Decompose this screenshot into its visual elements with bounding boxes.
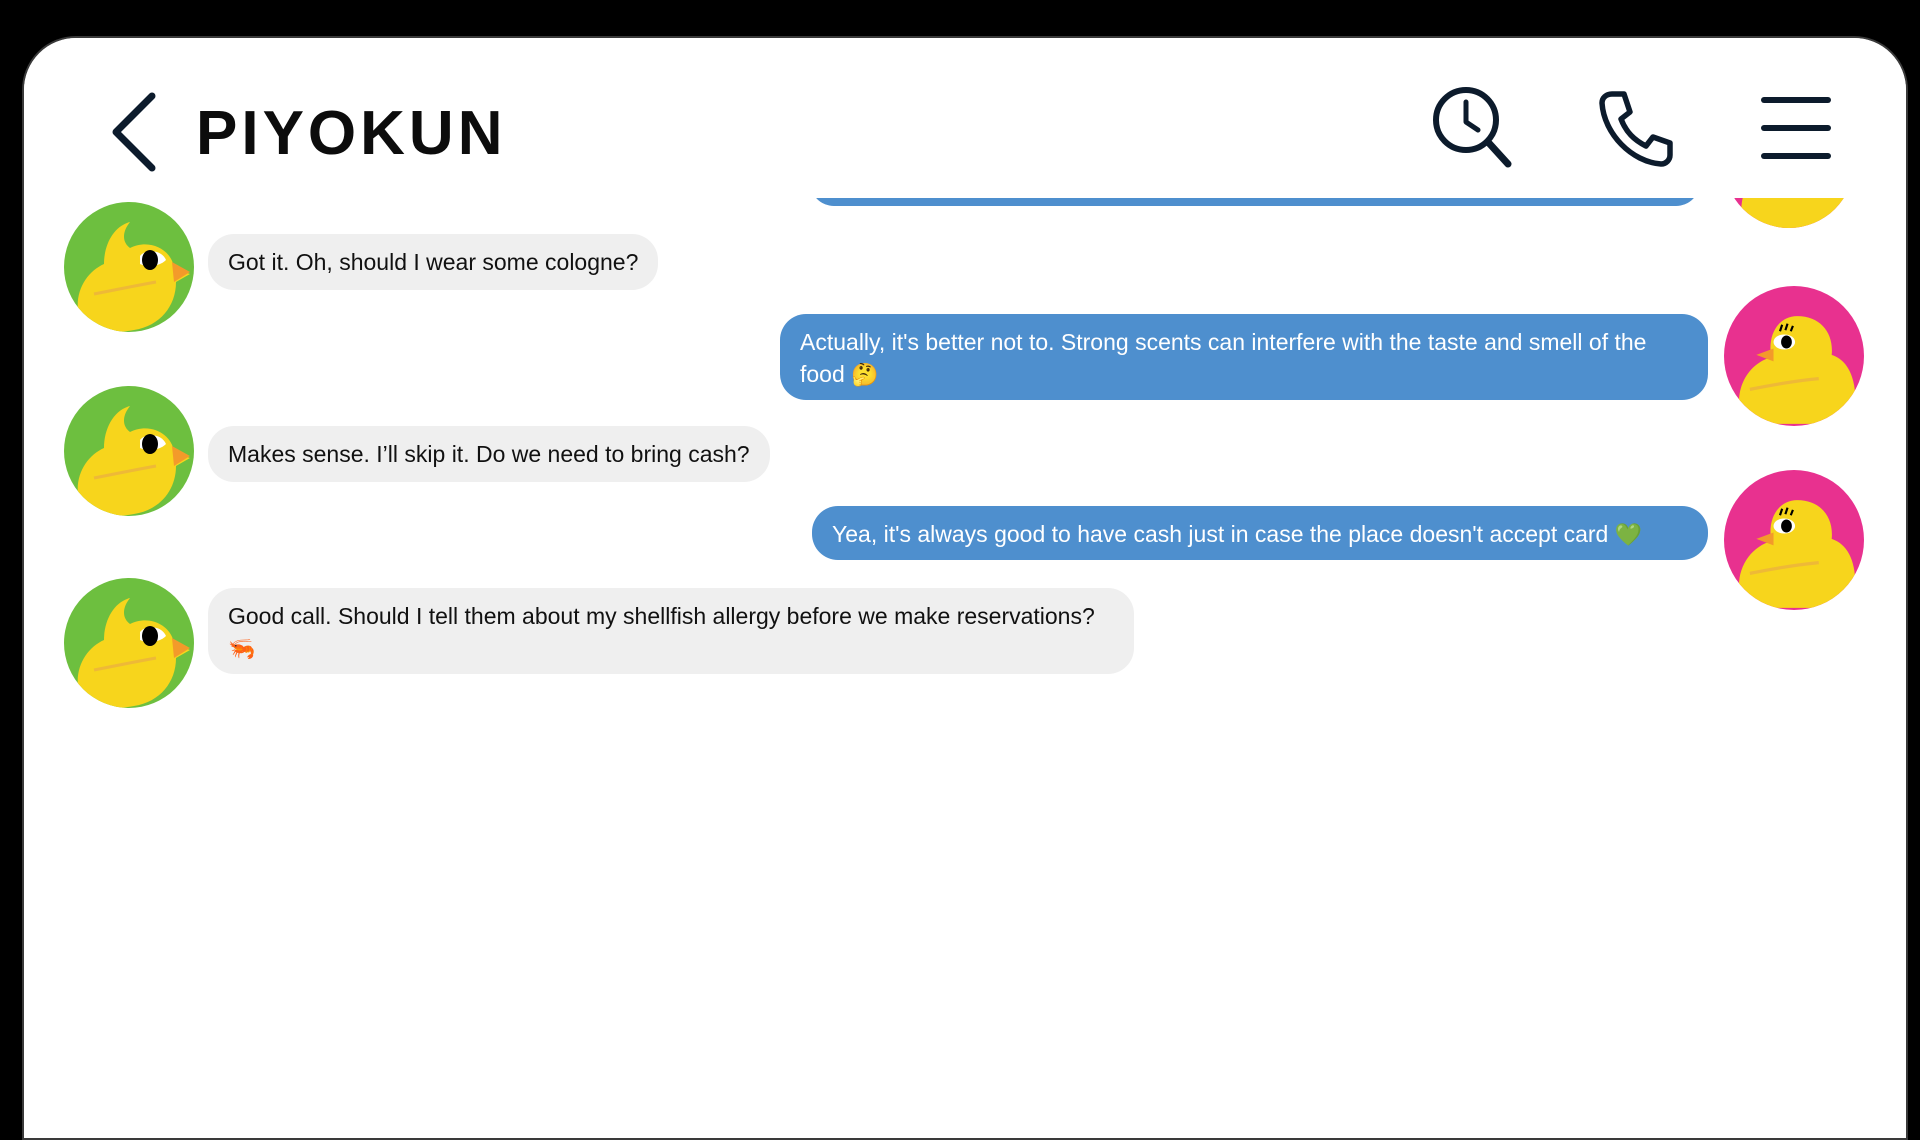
menu-button[interactable]	[1750, 82, 1840, 172]
contact-avatar[interactable]	[64, 386, 194, 516]
message-text: Good call. Should I tell them about my s…	[228, 603, 1095, 629]
message-bubble-incoming[interactable]: Got it. Oh, should I wear some cologne?	[208, 234, 659, 290]
message-text: Makes sense. I’ll skip it. Do we need to…	[228, 441, 750, 467]
message-bubble-outgoing[interactable]: Yea, it's always good to have cash just …	[812, 506, 1708, 560]
message-bubble-incoming[interactable]: Makes sense. I’ll skip it. Do we need to…	[208, 426, 770, 482]
green-heart-emoji-icon: 💚	[1614, 523, 1643, 548]
green-chick-avatar-icon	[64, 202, 194, 332]
phone-icon	[1599, 91, 1673, 167]
search-history-button[interactable]	[1428, 82, 1518, 172]
chat-screen: PIYOKUN Got it. Oh, should I wear some c…	[22, 36, 1908, 1140]
contact-avatar[interactable]	[64, 578, 194, 708]
chat-header: PIYOKUN	[24, 38, 1906, 198]
shrimp-emoji-icon: 🦐	[228, 637, 256, 662]
chevron-left-icon	[112, 92, 156, 172]
hamburger-menu-icon	[1761, 97, 1831, 159]
message-text: Actually, it's better not to. Strong sce…	[800, 329, 1647, 387]
green-chick-avatar-icon	[64, 578, 194, 708]
message-bubble-incoming[interactable]: Good call. Should I tell them about my s…	[208, 588, 1134, 674]
pink-chick-avatar-icon	[1724, 286, 1864, 426]
page-title: PIYOKUN	[196, 99, 507, 168]
user-avatar[interactable]	[1724, 286, 1864, 426]
green-chick-avatar-icon	[64, 386, 194, 516]
user-avatar[interactable]	[1724, 470, 1864, 610]
contact-avatar[interactable]	[64, 202, 194, 332]
back-button[interactable]	[102, 86, 182, 176]
message-list[interactable]: Got it. Oh, should I wear some cologne? …	[24, 98, 1906, 1138]
message-text: Got it. Oh, should I wear some cologne?	[228, 249, 639, 275]
history-search-icon	[1433, 87, 1512, 168]
message-text: Yea, it's always good to have cash just …	[832, 521, 1609, 547]
pink-chick-avatar-icon	[1724, 470, 1864, 610]
message-bubble-outgoing[interactable]: Actually, it's better not to. Strong sce…	[780, 314, 1708, 400]
call-button[interactable]	[1590, 82, 1680, 172]
thinking-emoji-icon: 🤔	[851, 363, 879, 388]
